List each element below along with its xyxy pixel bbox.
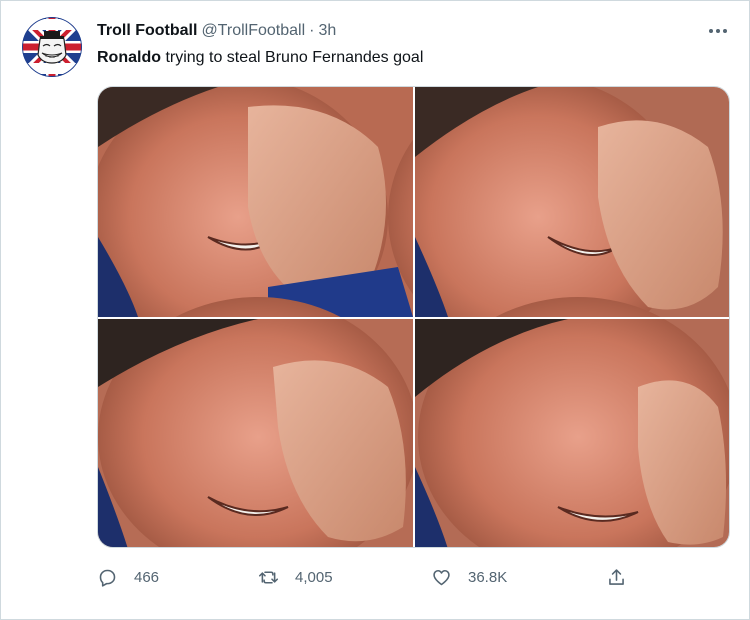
avatar-image <box>22 17 82 77</box>
photo-panel-3 <box>98 297 418 547</box>
photo-panel-4 <box>415 297 729 547</box>
share-button[interactable] <box>606 563 627 591</box>
retweet-icon <box>258 570 279 584</box>
tweet-actions: 466 4,005 36.8K <box>97 563 730 591</box>
like-count: 36.8K <box>468 568 508 586</box>
avatar[interactable] <box>22 17 82 77</box>
share-icon <box>609 568 624 585</box>
tweet-text-rest: trying to steal Bruno Fernandes goal <box>161 49 424 66</box>
like-button[interactable]: 36.8K <box>431 563 507 591</box>
tweet-media[interactable] <box>97 86 730 548</box>
retweet-button[interactable]: 4,005 <box>258 563 333 591</box>
reply-icon <box>99 569 116 587</box>
header-separator: · <box>309 22 315 39</box>
author-handle[interactable]: @TrollFootball <box>201 20 305 42</box>
reply-count: 466 <box>134 568 160 586</box>
tweet-timestamp[interactable]: 3h <box>318 20 336 42</box>
reply-button[interactable]: 466 <box>97 563 159 591</box>
tweet-card[interactable]: Troll Football @TrollFootball · 3h Ronal… <box>0 0 750 608</box>
retweet-count: 4,005 <box>295 568 333 586</box>
tweet-text: Ronaldo trying to steal Bruno Fernandes … <box>97 47 423 69</box>
heart-icon <box>433 569 450 585</box>
tweet-header: Troll Football @TrollFootball · 3h <box>97 20 336 42</box>
media-photo-grid <box>98 87 729 547</box>
author-display-name[interactable]: Troll Football <box>97 20 197 42</box>
more-options-icon[interactable] <box>702 22 734 40</box>
tweet-text-bold: Ronaldo <box>97 49 161 66</box>
